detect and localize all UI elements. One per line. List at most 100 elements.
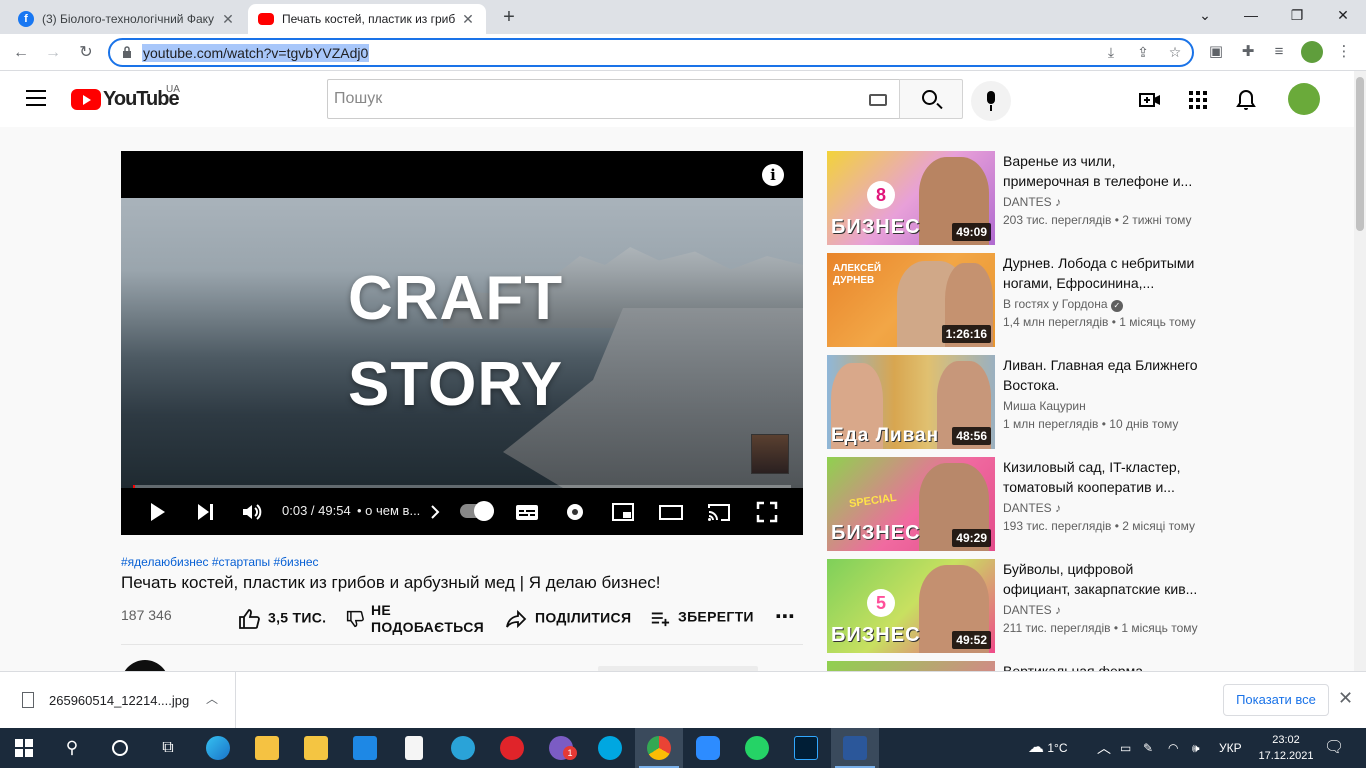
close-shelf-icon[interactable]: ✕ [1338, 688, 1353, 709]
mail-icon[interactable] [341, 728, 389, 768]
new-tab-button[interactable]: + [498, 6, 520, 28]
opera-icon[interactable] [488, 728, 536, 768]
recommendation-title[interactable]: Дурнев. Лобода с небритыми ногами, Ефроси… [1003, 253, 1207, 293]
channel-name[interactable]: DANTES ♪ [1003, 501, 1061, 515]
voice-search-button[interactable] [971, 81, 1011, 121]
viber-icon[interactable]: 1 [537, 728, 585, 768]
volume-icon[interactable] [240, 500, 264, 524]
channel-watermark[interactable] [751, 434, 789, 474]
search-icon[interactable]: ⚲ [48, 728, 96, 768]
recommendation-title[interactable]: Ливан. Главная еда Ближнего Востока. [1003, 355, 1207, 395]
next-icon[interactable] [193, 500, 217, 524]
apps-grid-icon[interactable] [1187, 89, 1209, 111]
user-avatar[interactable] [1288, 83, 1320, 115]
channel-name[interactable]: В гостях у Гордона ✓ [1003, 297, 1123, 312]
download-item[interactable]: 265960514_12214....jpg ︿ [0, 672, 236, 729]
page-scrollbar[interactable] [1354, 71, 1366, 671]
photoshop-icon[interactable] [782, 728, 830, 768]
puzzle-extensions-icon[interactable]: ✚ [1238, 42, 1258, 62]
video-thumbnail[interactable]: SPECIAL БИЗНЕС 49:29 [827, 457, 995, 551]
telegram-icon[interactable] [439, 728, 487, 768]
info-icon[interactable]: i [762, 164, 784, 186]
play-icon[interactable] [145, 500, 169, 524]
video-player[interactable]: CRAFT STORY i 0:03 / 49:54 • о чем в... [121, 151, 803, 535]
video-thumbnail[interactable]: Еда Ливан 48:56 [827, 355, 995, 449]
autoplay-toggle[interactable] [460, 501, 494, 521]
battery-icon[interactable]: ▭ [1120, 728, 1131, 768]
recommendation-title[interactable]: Вертикальная ферма [1003, 661, 1207, 671]
close-tab-icon[interactable]: ✕ [220, 11, 236, 28]
recommendation-title[interactable]: Буйволы, цифровой официант, закарпатские … [1003, 559, 1207, 599]
channel-name[interactable]: Миша Кацурин [1003, 399, 1086, 413]
notifications-bell-icon[interactable] [1235, 89, 1257, 111]
video-hashtags[interactable]: #яделаюбизнес #стартапы #бизнес [121, 555, 319, 569]
recommendation-title[interactable]: Варенье из чили, примерочная в телефоне и… [1003, 151, 1207, 191]
bookmark-star-icon[interactable]: ☆ [1166, 44, 1184, 62]
dislike-button[interactable]: НЕ ПОДОБАЄТЬСЯ [346, 602, 484, 636]
tray-chevron-up-icon[interactable]: ︿ [1097, 728, 1111, 768]
scrollbar-thumb[interactable] [1356, 77, 1364, 231]
like-button[interactable]: 3,5 ТИС. [238, 608, 326, 630]
maximize-button[interactable]: ❐ [1274, 0, 1320, 30]
language-indicator[interactable]: УКР [1219, 728, 1242, 768]
address-bar[interactable]: youtube.com/watch?v=tgvbYVZAdj0 ⤓ ⇪ ☆ [108, 38, 1194, 67]
chrome-menu-icon[interactable]: ⋮ [1334, 42, 1354, 62]
video-thumbnail[interactable]: АЛЕКСЕЙ ДУРНЕВ 1:26:16 [827, 253, 995, 347]
video-thumbnail[interactable]: 5 БИЗНЕС 49:52 [827, 559, 995, 653]
more-actions-icon[interactable]: ⋯ [775, 604, 795, 629]
reload-button[interactable]: ↻ [73, 40, 99, 66]
word-icon[interactable] [831, 728, 879, 768]
minimize-button[interactable]: — [1228, 0, 1274, 30]
cortana-icon[interactable] [96, 728, 144, 768]
settings-gear-icon[interactable] [563, 500, 587, 524]
channel-name[interactable]: DANTES ♪ [1003, 603, 1061, 617]
youtube-logo[interactable]: YouTube UA [71, 84, 180, 111]
url-text[interactable]: youtube.com/watch?v=tgvbYVZAdj0 [142, 44, 370, 62]
tab-facebook[interactable]: f (3) Біолого-технологічний Факу ✕ [8, 4, 246, 34]
skype-icon[interactable] [586, 728, 634, 768]
back-button[interactable]: ← [8, 40, 34, 66]
forward-button[interactable]: → [40, 40, 66, 66]
speaker-icon[interactable]: 🕪 [1192, 728, 1200, 768]
miniplayer-icon[interactable] [611, 500, 635, 524]
search-input[interactable]: Пошук [327, 79, 900, 119]
file-explorer-icon[interactable] [243, 728, 291, 768]
recommendation-item[interactable]: 8 БИЗНЕС 49:09 Варенье из чили, примерочн… [827, 151, 1227, 245]
notepad-icon[interactable] [390, 728, 438, 768]
windows-start-icon[interactable] [0, 728, 48, 768]
fullscreen-icon[interactable] [755, 500, 779, 524]
recommendation-item[interactable]: SPECIAL БИЗНЕС 49:29 Кизиловый сад, IT-к… [827, 457, 1227, 551]
close-window-button[interactable]: ✕ [1320, 0, 1366, 30]
tab-youtube[interactable]: Печать костей, пластик из гриб ✕ [248, 4, 486, 34]
recommendation-item[interactable]: Вертикальная ферма [827, 661, 1227, 671]
video-thumbnail[interactable] [827, 661, 995, 671]
chapter-title[interactable]: • о чем в... [357, 503, 420, 518]
wifi-icon[interactable]: ◠ [1168, 728, 1178, 768]
show-all-downloads-button[interactable]: Показати все [1223, 684, 1329, 716]
install-app-icon[interactable]: ⤓ [1102, 44, 1120, 62]
save-button[interactable]: ЗБЕРЕГТИ [650, 608, 754, 628]
tab-search-icon[interactable]: ⌄ [1182, 0, 1228, 30]
notifications-icon[interactable]: 🗨 [1324, 728, 1344, 768]
weather-widget[interactable]: ☁ 1°C [1028, 728, 1067, 768]
close-tab-icon[interactable]: ✕ [460, 11, 476, 28]
share-icon[interactable]: ⇪ [1134, 44, 1152, 62]
share-button[interactable]: ПОДІЛИТИСЯ [505, 608, 631, 630]
recommendation-item[interactable]: АЛЕКСЕЙ ДУРНЕВ 1:26:16 Дурнев. Лобода с … [827, 253, 1227, 347]
system-clock[interactable]: 23:02 17.12.2021 [1258, 732, 1314, 764]
chrome-icon[interactable] [635, 728, 683, 768]
chevron-up-icon[interactable]: ︿ [206, 690, 218, 707]
recommendation-item[interactable]: Еда Ливан 48:56 Ливан. Главная еда Ближн… [827, 355, 1227, 449]
theater-mode-icon[interactable] [659, 500, 683, 524]
store-icon[interactable] [292, 728, 340, 768]
pen-icon[interactable]: ✎ [1143, 728, 1153, 768]
channel-name[interactable]: DANTES ♪ [1003, 195, 1061, 209]
extension-icon[interactable]: ▣ [1206, 42, 1226, 62]
search-button[interactable] [899, 79, 963, 119]
chevron-right-icon[interactable] [428, 500, 444, 524]
menu-icon[interactable] [26, 90, 46, 106]
keyboard-icon[interactable] [869, 94, 887, 106]
create-video-icon[interactable] [1139, 89, 1161, 111]
edge-icon[interactable] [194, 728, 242, 768]
recommendation-item[interactable]: 5 БИЗНЕС 49:52 Буйволы, цифровой официант… [827, 559, 1227, 653]
